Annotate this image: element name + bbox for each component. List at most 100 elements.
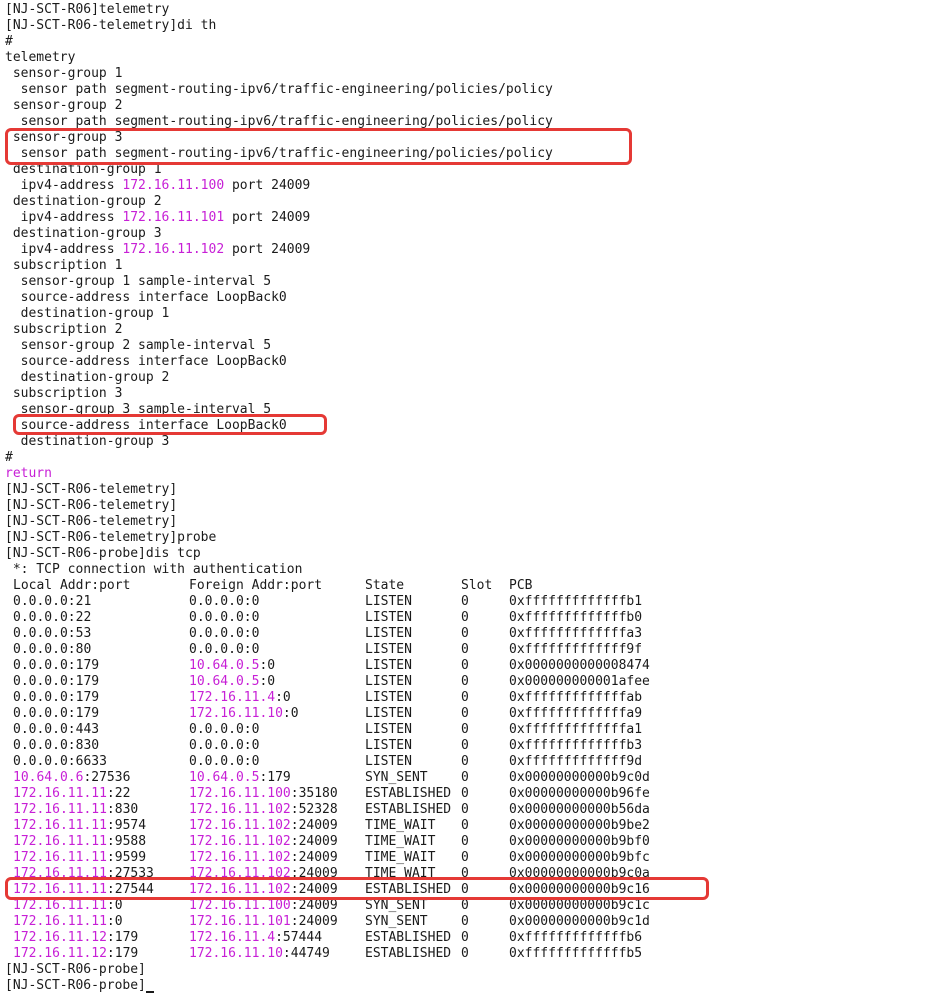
ip-address: 172.16.11.11	[13, 834, 107, 849]
terminal-line: source-address interface LoopBack0	[5, 290, 948, 306]
foreign-address: 172.16.11.100:35180	[189, 786, 338, 802]
terminal-line: #	[5, 34, 948, 50]
local-address: 0.0.0.0:21	[13, 594, 91, 610]
local-address: 0.0.0.0:53	[13, 626, 91, 642]
tcp-table-header: Local Addr:port Foreign Addr:port State Slo…	[5, 578, 948, 594]
terminal-line: sensor-group 1	[5, 66, 948, 82]
ip-address: 172.16.11.10	[189, 706, 283, 721]
tcp-state: TIME_WAIT	[365, 834, 436, 849]
foreign-address: 0.0.0.0:0	[189, 642, 259, 658]
local-address: 172.16.11.11:9588	[13, 834, 146, 850]
terminal-output[interactable]: [NJ-SCT-R06]telemetry [NJ-SCT-R06-telemet…	[0, 0, 948, 993]
tcp-state: LISTEN	[365, 594, 412, 609]
tcp-pcb: 0xfffffffffffff9d	[509, 754, 643, 769]
ip-address: 172.16.11.100	[189, 898, 291, 913]
tcp-state: LISTEN	[365, 722, 412, 737]
foreign-address: 172.16.11.102:24009	[189, 834, 338, 850]
foreign-address: 10.64.0.5:0	[189, 674, 275, 690]
tcp-pcb: 0x00000000000b9bf0	[509, 834, 650, 849]
command-prompt[interactable]: [NJ-SCT-R06-probe]	[5, 978, 948, 994]
line-text: [NJ-SCT-R06-probe]	[5, 978, 146, 993]
ip-address: 172.16.11.100	[189, 786, 291, 801]
foreign-address: 10.64.0.5:179	[189, 770, 291, 786]
port: :21	[67, 594, 92, 609]
line-text: subscription 3	[5, 386, 123, 401]
terminal-line: subscription 1	[5, 258, 948, 274]
return-line: return	[5, 466, 948, 482]
tcp-pcb: 0xfffffffffffffb3	[509, 738, 643, 753]
tcp-slot: 0	[461, 770, 469, 785]
port: :0	[106, 898, 123, 913]
ip-address: 172.16.11.101	[122, 210, 225, 225]
tcp-header-cell: State	[365, 578, 405, 593]
port: :22	[106, 786, 131, 801]
line-text: [NJ-SCT-R06-telemetry]probe	[5, 530, 217, 545]
tcp-slot: 0	[461, 626, 469, 641]
line-text: destination-group 1	[5, 162, 162, 177]
line-text: [NJ-SCT-R06-probe]	[5, 962, 146, 977]
line-text: destination-group 2	[5, 370, 170, 385]
line-text: #	[5, 450, 13, 465]
ip-address: 172.16.11.102	[189, 818, 291, 833]
terminal-line: sensor path segment-routing-ipv6/traffic…	[5, 114, 948, 130]
line-text: *: TCP connection with authentication	[5, 562, 303, 577]
port: :179	[67, 690, 100, 705]
tcp-row: 0.0.0.0:179 10.64.0.5:0 LISTEN 0 0x000000000…	[5, 674, 948, 690]
line-text: destination-group 3	[5, 434, 170, 449]
ip-address: 172.16.11.12	[13, 930, 107, 945]
line-text: destination-group 1	[5, 306, 170, 321]
ip-address: 172.16.11.11	[13, 802, 107, 817]
line-text: sensor-group 3 sample-interval 5	[5, 402, 272, 417]
tcp-pcb: 0x000000000001afee	[509, 674, 650, 689]
foreign-address: 172.16.11.102:24009	[189, 818, 338, 834]
line-text: destination-group 2	[5, 194, 162, 209]
tcp-state: LISTEN	[365, 642, 412, 657]
ip-address: 0.0.0.0	[13, 706, 68, 721]
tcp-row: 172.16.11.11:9574 172.16.11.102:24009 TIME…	[5, 818, 948, 834]
tcp-row: 0.0.0.0:53 0.0.0.0:0 LISTEN 0 0xffffffffffff…	[5, 626, 948, 642]
local-address: 0.0.0.0:6633	[13, 754, 107, 770]
tcp-pcb: 0xfffffffffffffb6	[509, 930, 643, 945]
local-address: 172.16.11.11:27533	[13, 866, 154, 882]
tcp-slot: 0	[461, 930, 469, 945]
tcp-row: 172.16.11.11:9599 172.16.11.102:24009 TIME…	[5, 850, 948, 866]
ip-address: 10.64.0.5	[189, 770, 260, 785]
tcp-row: 10.64.0.6:27536 10.64.0.5:179 SYN_SENT 0 0x0…	[5, 770, 948, 786]
line-text: [NJ-SCT-R06-telemetry]	[5, 514, 178, 529]
line-text: [NJ-SCT-R06-probe]dis tcp	[5, 546, 201, 561]
port: :27533	[106, 866, 154, 881]
tcp-slot: 0	[461, 690, 469, 705]
local-address: 0.0.0.0:179	[13, 658, 99, 674]
tcp-slot: 0	[461, 642, 469, 657]
line-text: ipv4-address	[5, 178, 123, 193]
ip-address: 172.16.11.102	[122, 242, 225, 257]
tcp-row: 0.0.0.0:179 172.16.11.4:0 LISTEN 0 0xfffffff…	[5, 690, 948, 706]
tcp-state: LISTEN	[365, 674, 412, 689]
tcp-row: 172.16.11.12:179 172.16.11.4:57444 ESTABLI…	[5, 930, 948, 946]
foreign-address: 172.16.11.102:24009	[189, 882, 338, 898]
foreign-address: 172.16.11.102:52328	[189, 802, 338, 818]
tcp-pcb: 0xfffffffffffffab	[509, 690, 643, 705]
port: :24009	[290, 818, 338, 833]
tcp-pcb: 0xfffffffffffff9f	[509, 642, 643, 657]
foreign-address: 0.0.0.0:0	[189, 738, 259, 754]
terminal-line: destination-group 2	[5, 370, 948, 386]
terminal-line: *: TCP connection with authentication	[5, 562, 948, 578]
ip-address: 172.16.11.11	[13, 866, 107, 881]
line-text: port 24009	[224, 178, 311, 193]
tcp-pcb: 0x00000000000b9c0d	[509, 770, 650, 785]
terminal-line: source-address interface LoopBack0	[5, 418, 948, 434]
tcp-state: LISTEN	[365, 610, 412, 625]
ip-address: 172.16.11.11	[13, 914, 107, 929]
foreign-address: 172.16.11.100:24009	[189, 898, 338, 914]
port: :24009	[290, 882, 338, 897]
ip-address: 172.16.11.12	[13, 946, 107, 961]
port: :53	[67, 626, 92, 641]
line-text: [NJ-SCT-R06-telemetry]	[5, 498, 178, 513]
ip-address: 0.0.0.0	[13, 738, 68, 753]
ip-address: 172.16.11.4	[189, 690, 276, 705]
tcp-state: ESTABLISHED	[365, 882, 452, 897]
line-text: sensor path segment-routing-ipv6/traffic…	[5, 146, 553, 161]
tcp-state: SYN_SENT	[365, 898, 428, 913]
tcp-row: 0.0.0.0:22 0.0.0.0:0 LISTEN 0 0xffffffffffff…	[5, 610, 948, 626]
